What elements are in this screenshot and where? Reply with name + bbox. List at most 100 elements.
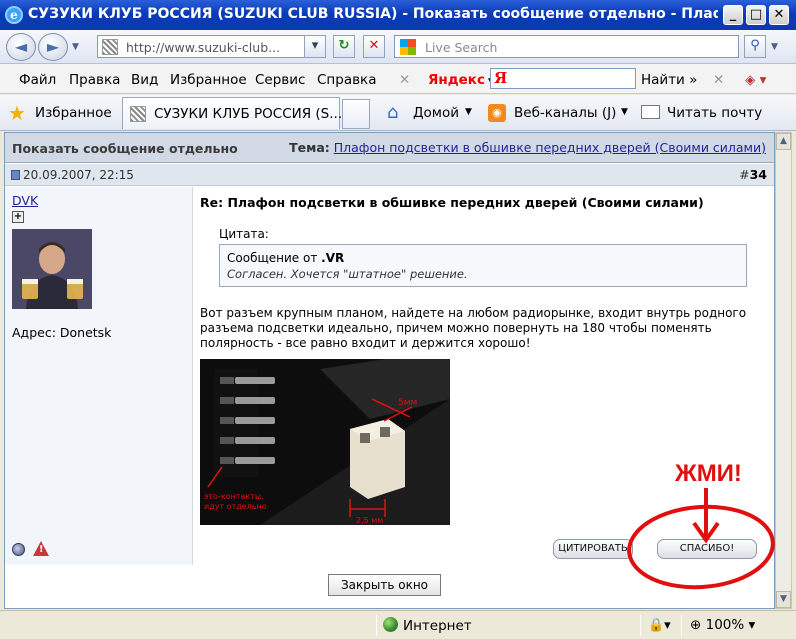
yandex-search-input[interactable]: Я [490,68,636,89]
menu-edit[interactable]: Правка [69,72,120,88]
search-button[interactable]: ⚲ [744,35,766,58]
refresh-button[interactable]: ↻ [333,35,355,58]
user-address: Адрес: Donetsk [12,325,112,340]
new-tab-button[interactable] [342,99,370,129]
favorites-star-icon[interactable]: ★ [8,101,26,125]
menu-favorites[interactable]: Избранное [170,72,247,88]
quote-from: Сообщение от .VR [227,251,345,265]
quote-button[interactable]: ЦИТИРОВАТЬ [553,539,633,559]
post-title: Re: Плафон подсветки в обшивке передних … [200,195,704,210]
title-bar: e СУЗУКИ КЛУБ РОССИЯ (SUZUKI CLUB RUSSIA… [0,0,796,30]
post-number-prefix: # [739,167,750,182]
photo-note-contacts-1: это-контакты, [204,492,264,501]
menu-bar: Файл Правка Вид Избранное Сервис Справка… [0,64,796,94]
topic-info: Тема: Плафон подсветки в обшивке передни… [289,140,766,155]
topic-label: Тема: [289,140,330,155]
post-number[interactable]: #34 [739,167,767,182]
feeds-button[interactable]: Веб-каналы (J) [514,105,616,121]
post-body: Re: Плафон подсветки в обшивке передних … [194,187,774,565]
maximize-button[interactable]: □ [746,5,766,25]
thanks-button[interactable]: СПАСИБО! [657,539,757,559]
rss-feed-icon[interactable]: ◉ [488,104,506,122]
tab-favicon-icon [130,106,146,122]
status-divider [640,615,641,636]
connector-photo: 5мм 2,5 мм это-контакты, идут отдельно [200,359,450,525]
favorites-bar: ★ Избранное СУЗУКИ КЛУБ РОССИЯ (S... ⌂ Д… [0,95,796,131]
home-button[interactable]: Домой [413,105,459,121]
security-zone[interactable]: Интернет [383,617,472,634]
avatar-image [12,229,92,309]
tab-active[interactable]: СУЗУКИ КЛУБ РОССИЯ (S... [122,97,343,129]
address-bar[interactable]: http://www.suzuki-club... [97,35,325,58]
address-dropdown-icon[interactable]: ▾ [304,35,326,58]
close-toolbar-icon[interactable]: ✕ [399,72,410,88]
quote-author: .VR [321,251,345,265]
post-date: 20.09.2007, 22:15 [23,168,134,182]
close-button[interactable]: ✕ [769,5,789,25]
yandex-find-button[interactable]: Найти » [641,72,697,88]
browser-window: e СУЗУКИ КЛУБ РОССИЯ (SUZUKI CLUB RUSSIA… [0,0,796,639]
menu-tools[interactable]: Сервис [255,72,305,88]
photo-note-dim-5: 5мм [398,398,417,408]
back-button[interactable]: ◄ [6,33,36,61]
post-text: Вот разъем крупным планом, найдете на лю… [200,306,747,350]
scroll-down-icon[interactable]: ▼ [776,591,791,608]
menu-help[interactable]: Справка [317,72,376,88]
username-link[interactable]: DVK [12,193,38,208]
search-options-icon[interactable]: ▼ [771,42,778,52]
tools-icon[interactable]: ◈ ▾ [745,72,766,88]
report-post-icon[interactable] [33,541,49,556]
connector-photo-image: 5мм 2,5 мм это-контакты, идут отдельно [200,359,450,525]
menu-file[interactable]: Файл [19,72,56,88]
protected-mode-icon[interactable]: 🔒▾ [648,618,671,633]
scroll-up-icon[interactable]: ▲ [776,133,791,150]
home-dropdown-icon[interactable]: ▼ [465,107,472,117]
live-search-logo-icon [400,39,416,55]
close-window-button[interactable]: Закрыть окно [328,574,441,596]
status-divider [376,615,377,636]
read-mail-button[interactable]: Читать почту [667,105,762,121]
quote-box: Сообщение от .VR Согласен. Хочется "штат… [219,244,747,287]
yandex-logo-icon: Я [494,69,508,87]
avatar [12,229,92,309]
vertical-scrollbar[interactable]: ▲ ▼ [775,132,792,609]
home-icon[interactable]: ⌂ [387,102,398,123]
quote-text: Согласен. Хочется "штатное" решение. [227,267,468,281]
quote-block: Цитата: Сообщение от .VR Согласен. Хочет… [219,227,747,287]
status-divider [681,615,682,636]
search-box[interactable]: Live Search [394,35,739,58]
expand-icon[interactable]: + [12,211,24,223]
post-number-value: 34 [749,167,767,182]
yandex-menu[interactable]: Яндекс▼ [428,72,495,88]
forward-button[interactable]: ► [38,33,68,61]
menu-view[interactable]: Вид [131,72,158,88]
ie-logo-icon: e [5,6,23,24]
url-text[interactable]: http://www.suzuki-club... [126,40,280,55]
history-dropdown-icon[interactable]: ▼ [72,42,79,52]
address-toolbar: ◄ ► ▼ http://www.suzuki-club... ▾ ↻ ✕ Li… [0,30,796,64]
site-favicon-icon [102,39,118,55]
quote-label: Цитата: [219,227,269,241]
stop-button[interactable]: ✕ [363,35,385,58]
close-icon[interactable]: ✕ [713,72,724,88]
zoom-level[interactable]: ⊕ 100% ▾ [690,617,755,633]
post-date-bar: 20.09.2007, 22:15 #34 [5,164,774,186]
minimize-button[interactable]: _ [723,5,743,25]
online-status-icon [12,543,25,556]
topic-link[interactable]: Плафон подсветки в обшивке передних двер… [334,140,766,155]
user-panel: DVK + Адрес: Donetsk [5,187,193,565]
page-content: Показать сообщение отдельно Тема: Плафон… [4,132,775,609]
page-title: Показать сообщение отдельно [12,141,238,156]
search-placeholder[interactable]: Live Search [425,40,497,55]
favorites-button[interactable]: Избранное [35,105,112,121]
window-title: СУЗУКИ КЛУБ РОССИЯ (SUZUKI CLUB RUSSIA) … [28,6,718,22]
feeds-dropdown-icon[interactable]: ▼ [621,107,628,117]
photo-note-contacts-2: идут отдельно [204,502,267,511]
internet-zone-icon [383,617,398,632]
tab-title: СУЗУКИ КЛУБ РОССИЯ (S... [154,106,343,122]
status-bar: Интернет 🔒▾ ⊕ 100% ▾ [0,610,796,639]
post-icon [11,170,20,180]
mail-icon[interactable] [641,105,660,119]
photo-note-dim-2: 2,5 мм [356,516,383,525]
page-header: Показать сообщение отдельно Тема: Плафон… [5,133,774,163]
